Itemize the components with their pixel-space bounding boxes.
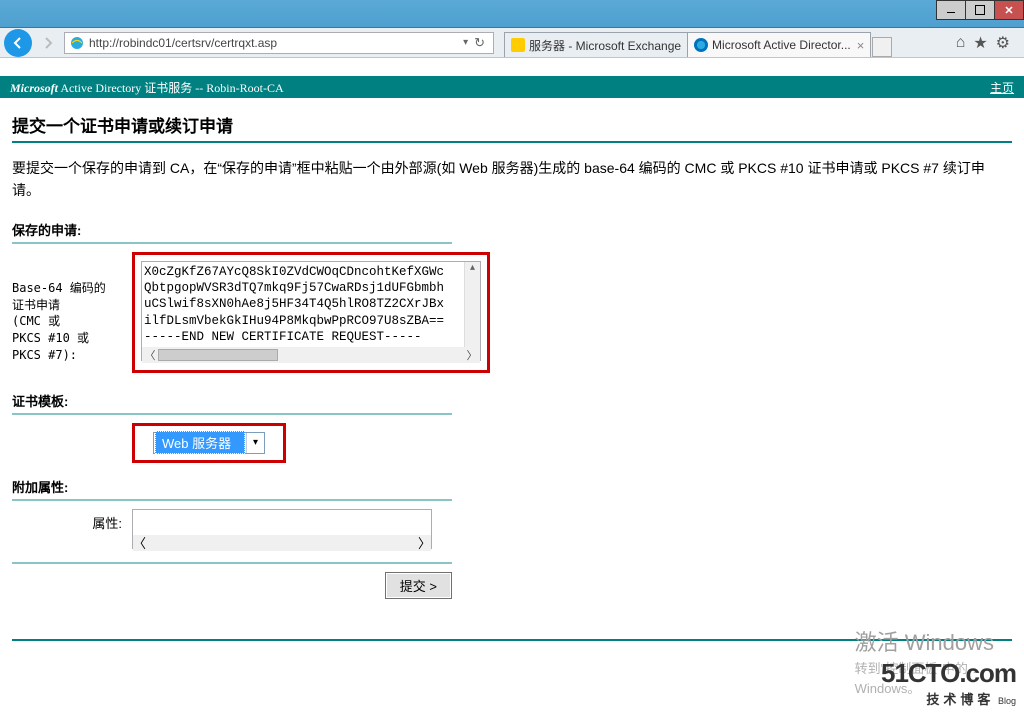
highlight-box-template: Web 服务器 ▾	[132, 423, 286, 463]
cert-template-label: 证书模板:	[12, 391, 1012, 410]
attributes-label: 属性:	[12, 509, 132, 532]
address-bar[interactable]: ▾ ↻	[64, 32, 494, 54]
refresh-icon[interactable]: ↻	[470, 35, 489, 51]
nav-forward-button[interactable]	[38, 33, 58, 53]
window-maximize-button[interactable]	[965, 0, 995, 20]
textarea-hscrollbar[interactable]: 〈〉	[142, 347, 480, 363]
tab-favicon	[511, 38, 525, 52]
browser-nav-bar: ▾ ↻ 服务器 - Microsoft Exchange Microsoft A…	[0, 28, 1024, 58]
textarea-vscrollbar[interactable]: ▴	[464, 262, 480, 347]
select-value: Web 服务器	[155, 431, 245, 454]
tab-label: 服务器 - Microsoft Exchange	[529, 37, 681, 54]
adcs-banner: Microsoft Active Directory 证书服务 -- Robin…	[0, 76, 1024, 98]
saved-request-label: 保存的申请:	[12, 220, 1012, 239]
tab-close-icon[interactable]: ×	[857, 38, 865, 53]
page-title: 提交一个证书申请或续订申请	[12, 112, 1012, 137]
banner-brand: Microsoft	[10, 81, 58, 95]
nav-back-button[interactable]	[4, 29, 32, 57]
tab-strip: 服务器 - Microsoft Exchange Microsoft Activ…	[504, 28, 946, 57]
window-titlebar: ✕	[0, 0, 1024, 28]
certificate-request-textarea[interactable]	[141, 261, 481, 361]
window-minimize-button[interactable]	[936, 0, 966, 20]
tab-favicon	[694, 38, 708, 52]
home-link[interactable]: 主页	[990, 79, 1014, 96]
ie-icon	[69, 35, 85, 51]
certificate-template-select[interactable]: Web 服务器 ▾	[153, 432, 265, 454]
settings-gear-icon[interactable]: ⚙	[996, 33, 1010, 53]
favorites-icon[interactable]: ★	[973, 33, 987, 53]
base64-label: Base-64 编码的 证书申请 (CMC 或 PKCS #10 或 PKCS …	[12, 252, 132, 364]
tab-exchange[interactable]: 服务器 - Microsoft Exchange	[504, 32, 688, 57]
tab-adcs[interactable]: Microsoft Active Director... ×	[687, 32, 871, 57]
url-dropdown-icon[interactable]: ▾	[461, 37, 470, 48]
additional-attrs-label: 附加属性:	[12, 477, 1012, 496]
banner-service: Active Directory 证书服务 -- Robin-Root-CA	[58, 81, 284, 95]
home-icon[interactable]: ⌂	[956, 34, 966, 52]
page-description: 要提交一个保存的申请到 CA，在“保存的申请”框中粘贴一个由外部源(如 Web …	[12, 157, 1012, 202]
tab-label: Microsoft Active Director...	[712, 38, 851, 52]
51cto-logo: 51CTO.com 技术博客 Blog	[881, 658, 1016, 708]
chevron-down-icon: ▾	[246, 433, 264, 453]
highlight-box-request: ▴ 〈〉	[132, 252, 490, 373]
attr-hscrollbar[interactable]: 〈〉	[133, 535, 431, 551]
url-input[interactable]	[89, 36, 461, 50]
new-tab-button[interactable]	[872, 37, 892, 57]
window-close-button[interactable]: ✕	[994, 0, 1024, 20]
watermark-title: 激活 Windows	[855, 626, 994, 659]
submit-button[interactable]: 提交 >	[385, 572, 452, 599]
